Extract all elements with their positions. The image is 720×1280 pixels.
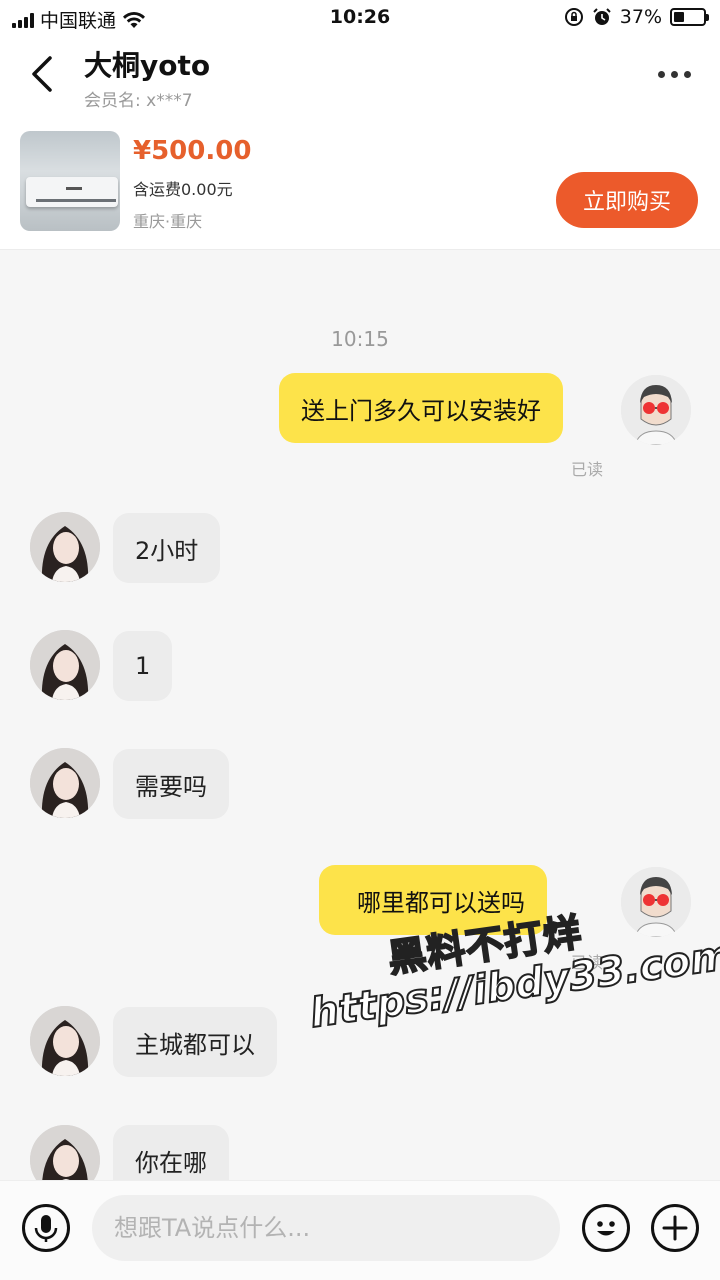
read-status: 已读 <box>571 953 604 972</box>
air-conditioner-image <box>26 177 118 207</box>
message-bubble-them[interactable]: 主城都可以 <box>113 1007 277 1077</box>
back-arrow-icon <box>32 56 52 92</box>
contact-avatar[interactable] <box>30 1006 100 1076</box>
back-button[interactable] <box>24 52 64 96</box>
battery-percent: 37% <box>619 6 662 28</box>
read-status: 已读 <box>571 460 604 479</box>
product-card[interactable]: ¥500.00 含运费0.00元 重庆·重庆 立即购买 <box>0 118 720 250</box>
message-bubble-me[interactable]: 送上门多久可以安装好 <box>279 373 563 443</box>
plus-icon <box>662 1215 688 1241</box>
contact-avatar[interactable] <box>30 1125 100 1180</box>
status-right: 37% <box>564 6 709 28</box>
emoji-button[interactable] <box>582 1204 630 1252</box>
avatar-illustration <box>621 867 691 937</box>
battery-level <box>674 12 685 22</box>
more-button[interactable] <box>652 62 696 86</box>
avatar-illustration <box>621 375 691 445</box>
message-bubble-them[interactable]: 2小时 <box>113 513 221 583</box>
chat-messages[interactable]: 10:15 送上门多久可以安装好 已读 2小时 1 需要吗 哪里都可以送吗 已读… <box>0 251 720 1180</box>
avatar-illustration <box>30 630 100 700</box>
contact-name: 大桐yoto <box>84 49 211 82</box>
voice-button[interactable] <box>22 1204 70 1252</box>
product-price: ¥500.00 <box>133 136 252 166</box>
my-avatar[interactable] <box>621 375 691 445</box>
chat-header: 大桐yoto 会员名: x***7 <box>0 36 720 118</box>
more-actions-button[interactable] <box>651 1204 699 1252</box>
lock-rotation-icon <box>564 8 583 26</box>
product-location: 重庆·重庆 <box>133 212 203 231</box>
message-input[interactable] <box>92 1195 560 1261</box>
message-input-bar <box>0 1180 720 1280</box>
avatar-illustration <box>30 512 100 582</box>
message-bubble-them[interactable]: 你在哪 <box>113 1125 229 1180</box>
microphone-icon <box>34 1215 58 1242</box>
message-timestamp: 10:15 <box>331 327 389 351</box>
more-icon <box>657 70 691 78</box>
contact-avatar[interactable] <box>30 512 100 582</box>
message-bubble-them[interactable]: 需要吗 <box>113 749 229 819</box>
shipping-info: 含运费0.00元 <box>133 180 233 199</box>
contact-avatar[interactable] <box>30 748 100 818</box>
contact-avatar[interactable] <box>30 630 100 700</box>
avatar-illustration <box>30 1006 100 1076</box>
alarm-icon <box>593 8 611 25</box>
battery-icon <box>670 8 709 26</box>
member-name: 会员名: x***7 <box>84 91 193 111</box>
message-bubble-me[interactable]: 哪里都可以送吗 <box>319 865 547 935</box>
message-bubble-them[interactable]: 1 <box>113 631 173 701</box>
product-thumbnail[interactable] <box>20 131 120 231</box>
avatar-illustration <box>30 1125 100 1180</box>
avatar-illustration <box>30 748 100 818</box>
status-bar: 中国联通 10:26 37% <box>0 0 720 36</box>
my-avatar[interactable] <box>621 867 691 937</box>
buy-now-button[interactable]: 立即购买 <box>556 172 698 228</box>
emoji-icon <box>597 1221 615 1236</box>
